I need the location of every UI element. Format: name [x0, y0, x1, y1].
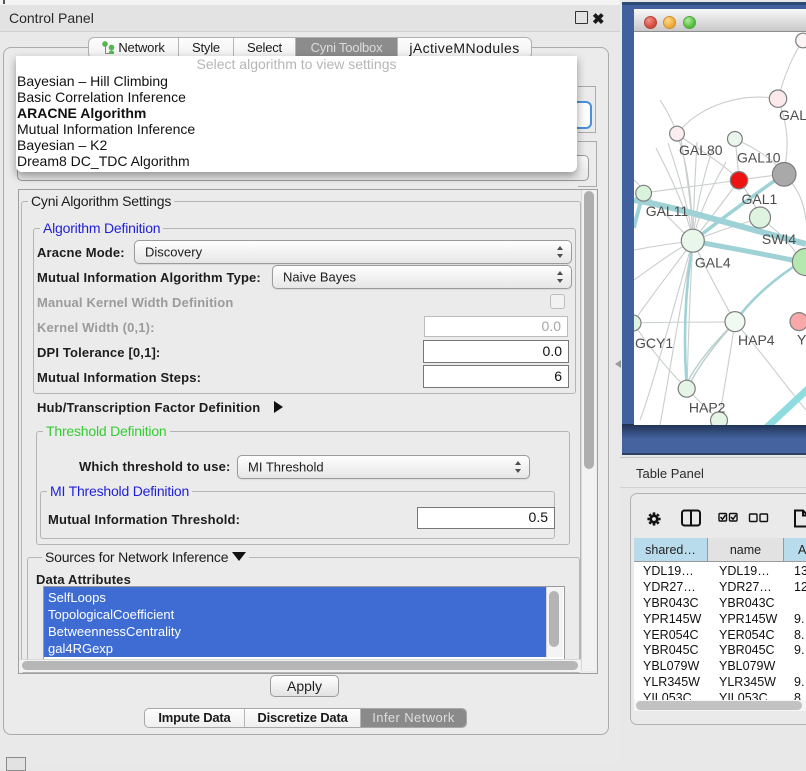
svg-text:SWI4: SWI4	[762, 231, 796, 247]
svg-text:Y: Y	[797, 332, 806, 348]
svg-text:GAL11: GAL11	[646, 203, 689, 219]
svg-text:GAL10: GAL10	[737, 150, 781, 166]
svg-text:GAL80: GAL80	[679, 142, 723, 158]
svg-text:GCY1: GCY1	[635, 335, 673, 351]
svg-text:HAP2: HAP2	[689, 400, 726, 416]
svg-text:GAL1: GAL1	[742, 191, 778, 207]
svg-text:GAL8: GAL8	[779, 107, 806, 123]
svg-text:HAP4: HAP4	[738, 332, 775, 348]
svg-text:GAL4: GAL4	[695, 255, 731, 271]
